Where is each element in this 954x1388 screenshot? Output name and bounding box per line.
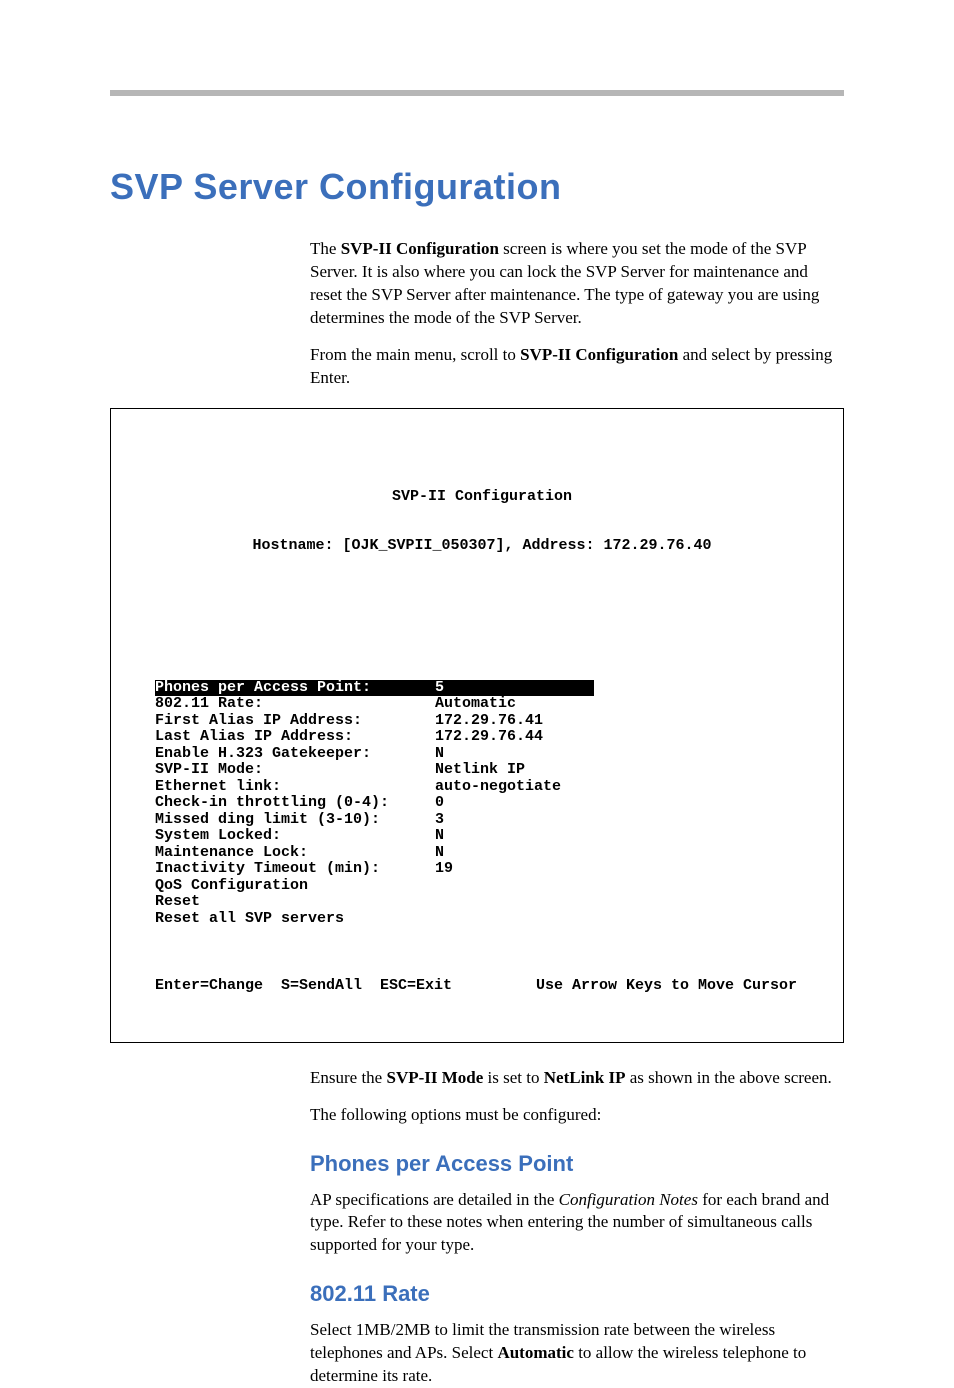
- terminal-row-label: Inactivity Timeout (min):: [155, 861, 435, 878]
- terminal-row-label: System Locked:: [155, 828, 435, 845]
- terminal-rows: Phones per Access Point:5802.11 Rate:Aut…: [155, 680, 809, 928]
- terminal-row: SVP-II Mode:Netlink IP: [155, 762, 809, 779]
- terminal-row: Maintenance Lock:N: [155, 845, 809, 862]
- terminal-row: First Alias IP Address:172.29.76.41: [155, 713, 809, 730]
- terminal-row-value: Netlink IP: [435, 762, 525, 779]
- terminal-row-label: 802.11 Rate:: [155, 696, 435, 713]
- terminal-row-value: N: [435, 845, 444, 862]
- terminal-footer-right: Use Arrow Keys to Move Cursor: [536, 978, 797, 995]
- page: SVP Server Configuration The SVP-II Conf…: [0, 0, 954, 1235]
- intro-paragraph-1: The SVP-II Configuration screen is where…: [310, 238, 844, 330]
- text: Ensure the: [310, 1068, 386, 1087]
- section-heading-rate: 802.11 Rate: [310, 1281, 844, 1307]
- intro-paragraph-2: From the main menu, scroll to SVP-II Con…: [310, 344, 844, 390]
- terminal-row-value: Automatic: [435, 696, 516, 713]
- body-column-lower: Ensure the SVP-II Mode is set to NetLink…: [310, 1067, 844, 1388]
- terminal-row: System Locked:N: [155, 828, 809, 845]
- terminal-row-value: 172.29.76.44: [435, 729, 543, 746]
- terminal-row-value: 19: [435, 861, 453, 878]
- after-terminal-p2: The following options must be configured…: [310, 1104, 844, 1127]
- terminal-row-label: Phones per Access Point:: [155, 680, 435, 697]
- terminal-row: Inactivity Timeout (min):19: [155, 861, 809, 878]
- bold-text: NetLink IP: [544, 1068, 626, 1087]
- terminal-row: Check-in throttling (0-4):0: [155, 795, 809, 812]
- terminal-row: Missed ding limit (3-10):3: [155, 812, 809, 829]
- text: is set to: [483, 1068, 543, 1087]
- terminal-row-value: 0: [435, 795, 444, 812]
- text: as shown in the above screen.: [625, 1068, 831, 1087]
- terminal-footer-left: Enter=Change S=SendAll ESC=Exit: [155, 978, 452, 995]
- terminal-row-label: Enable H.323 Gatekeeper:: [155, 746, 435, 763]
- terminal-row-value: N: [435, 746, 444, 763]
- section-phones-p1: AP specifications are detailed in the Co…: [310, 1189, 844, 1258]
- terminal-row-value: 3: [435, 812, 444, 829]
- terminal-hostline: Hostname: [OJK_SVPII_050307], Address: 1…: [155, 538, 809, 555]
- terminal-text: SVP-II Configuration Hostname: [OJK_SVPI…: [111, 423, 843, 1028]
- bold-text: SVP-II Configuration: [341, 239, 499, 258]
- terminal-row: Phones per Access Point:5: [155, 680, 809, 697]
- terminal-row-label: First Alias IP Address:: [155, 713, 435, 730]
- text: From the main menu, scroll to: [310, 345, 520, 364]
- terminal-screenshot: SVP-II Configuration Hostname: [OJK_SVPI…: [110, 408, 844, 1043]
- terminal-title: SVP-II Configuration: [155, 489, 809, 506]
- terminal-row: Reset: [155, 894, 809, 911]
- terminal-row-label: Ethernet link:: [155, 779, 435, 796]
- text: The: [310, 239, 341, 258]
- terminal-header: SVP-II Configuration Hostname: [OJK_SVPI…: [155, 456, 809, 588]
- terminal-row: Enable H.323 Gatekeeper:N: [155, 746, 809, 763]
- bold-text: Automatic: [497, 1343, 573, 1362]
- section-heading-phones: Phones per Access Point: [310, 1151, 844, 1177]
- terminal-footer: Enter=Change S=SendAll ESC=Exit Use Arro…: [155, 978, 809, 995]
- section-rate-p1: Select 1MB/2MB to limit the transmission…: [310, 1319, 844, 1388]
- terminal-row-label: Missed ding limit (3-10):: [155, 812, 435, 829]
- terminal-row: QoS Configuration: [155, 878, 809, 895]
- terminal-row-label: Check-in throttling (0-4):: [155, 795, 435, 812]
- page-title: SVP Server Configuration: [110, 166, 844, 208]
- after-terminal-p1: Ensure the SVP-II Mode is set to NetLink…: [310, 1067, 844, 1090]
- terminal-row: Ethernet link:auto-negotiate: [155, 779, 809, 796]
- terminal-row-label: Reset: [155, 894, 435, 911]
- text: AP specifications are detailed in the: [310, 1190, 559, 1209]
- terminal-row-label: QoS Configuration: [155, 878, 435, 895]
- terminal-row-value: 172.29.76.41: [435, 713, 543, 730]
- header-rule: [110, 90, 844, 96]
- terminal-row-value: N: [435, 828, 444, 845]
- terminal-row-value: auto-negotiate: [435, 779, 561, 796]
- terminal-row-value: 5: [435, 680, 594, 697]
- bold-text: SVP-II Configuration: [520, 345, 678, 364]
- terminal-row-label: Reset all SVP servers: [155, 911, 435, 928]
- terminal-row-label: Last Alias IP Address:: [155, 729, 435, 746]
- body-column: The SVP-II Configuration screen is where…: [310, 238, 844, 390]
- terminal-row: Last Alias IP Address:172.29.76.44: [155, 729, 809, 746]
- terminal-row: Reset all SVP servers: [155, 911, 809, 928]
- terminal-row: 802.11 Rate:Automatic: [155, 696, 809, 713]
- terminal-row-label: Maintenance Lock:: [155, 845, 435, 862]
- terminal-row-label: SVP-II Mode:: [155, 762, 435, 779]
- italic-text: Configuration Notes: [559, 1190, 698, 1209]
- bold-text: SVP-II Mode: [386, 1068, 483, 1087]
